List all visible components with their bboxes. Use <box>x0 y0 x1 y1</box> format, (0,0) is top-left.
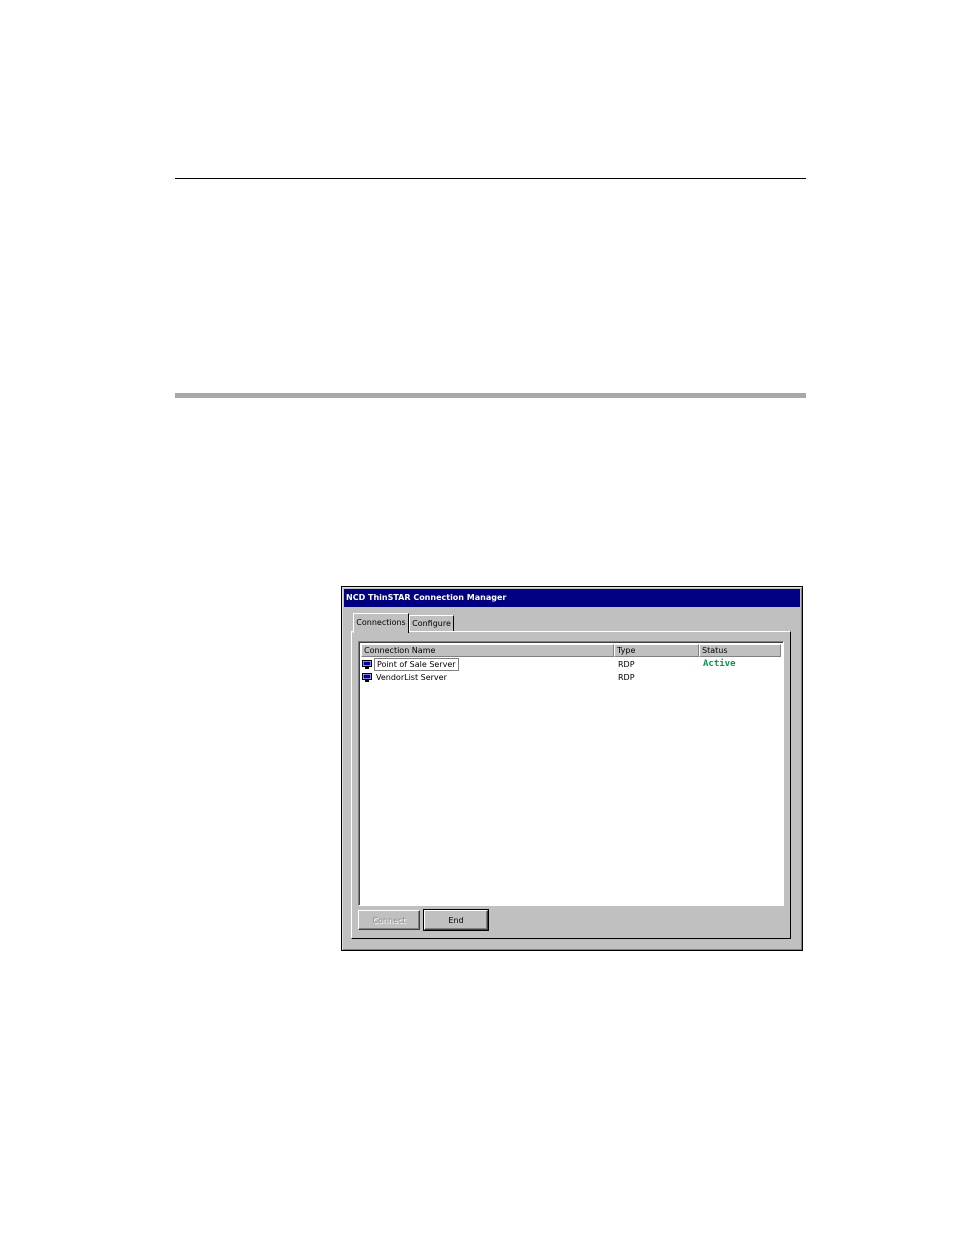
column-header-status[interactable]: Status <box>699 644 781 657</box>
connection-manager-window: NCD ThinSTAR Connection Manager Connecti… <box>341 586 803 951</box>
connections-list[interactable]: Connection Name Type Status Point of Sal… <box>358 641 784 906</box>
page-divider-thick <box>175 393 806 398</box>
connection-name: VendorList Server <box>376 673 447 682</box>
page-divider-thin <box>175 178 806 179</box>
list-item[interactable]: VendorList Server RDP <box>361 671 781 684</box>
connection-type: RDP <box>618 660 635 669</box>
connection-icon <box>362 660 372 669</box>
column-header-connection-name[interactable]: Connection Name <box>361 644 614 657</box>
connection-icon <box>362 673 372 682</box>
end-button[interactable]: End <box>423 909 489 931</box>
connection-type: RDP <box>618 673 635 682</box>
list-item[interactable]: Point of Sale Server RDP Active <box>361 658 781 671</box>
connections-tab-panel: Connection Name Type Status Point of Sal… <box>351 631 791 939</box>
window-title: NCD ThinSTAR Connection Manager <box>346 593 507 602</box>
connection-status: Active <box>703 659 736 669</box>
connection-name: Point of Sale Server <box>374 658 459 671</box>
column-header-type[interactable]: Type <box>614 644 699 657</box>
tab-connections[interactable]: Connections <box>353 613 409 633</box>
tab-configure[interactable]: Configure <box>409 615 454 632</box>
list-header: Connection Name Type Status <box>361 644 781 657</box>
connect-button[interactable]: Connect <box>358 910 420 930</box>
tab-configure-label: Configure <box>412 619 451 628</box>
tab-connections-label: Connections <box>356 618 406 627</box>
window-title-bar[interactable]: NCD ThinSTAR Connection Manager <box>344 589 800 607</box>
